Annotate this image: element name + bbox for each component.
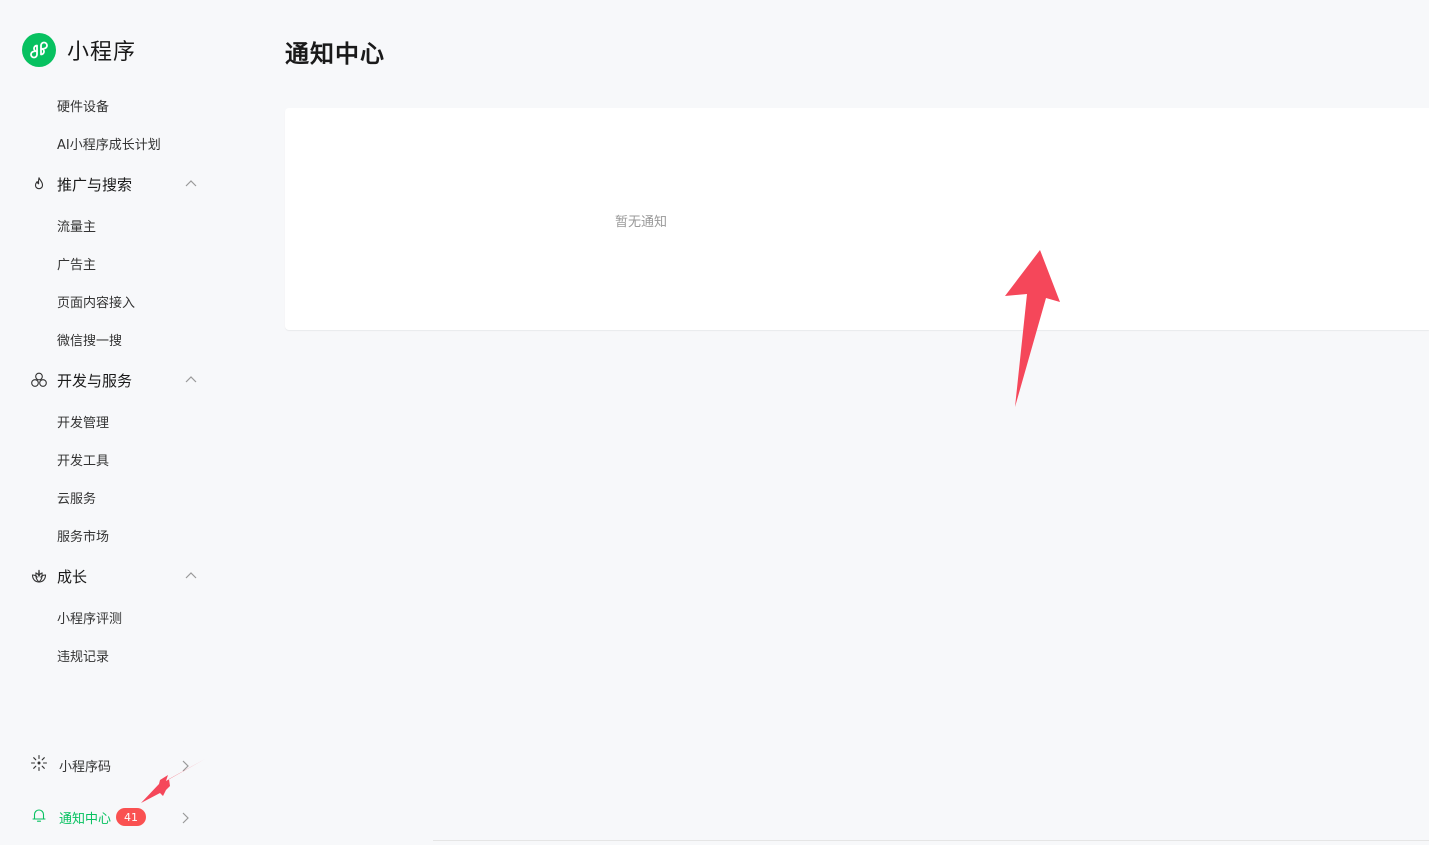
bell-icon: [30, 806, 48, 828]
sidebar-group-label: 推广与搜索: [57, 175, 133, 194]
sidebar-group-label: 开发与服务: [57, 371, 133, 390]
cluster-icon: [30, 371, 48, 389]
sidebar-item-service-market[interactable]: 服务市场: [57, 526, 109, 545]
app: 小程序 硬件设备 AI小程序成长计划 推广与搜索 流量主 广告主 页面内容接入 …: [0, 0, 1429, 845]
sidebar-item-advertiser[interactable]: 广告主: [57, 254, 96, 273]
chevron-right-icon: [178, 810, 192, 829]
sidebar-group-dev-services[interactable]: 开发与服务: [30, 369, 200, 391]
sidebar-group-promotion[interactable]: 推广与搜索: [30, 173, 200, 195]
sidebar-item-hardware[interactable]: 硬件设备: [57, 96, 109, 115]
page-title: 通知中心: [285, 40, 385, 68]
sidebar-item-dev-tools[interactable]: 开发工具: [57, 450, 109, 469]
sidebar-item-page-content[interactable]: 页面内容接入: [57, 292, 135, 311]
brand-name: 小程序: [67, 40, 137, 65]
notification-list-panel: 暂无通知: [285, 108, 1429, 330]
lotus-icon: [30, 567, 48, 585]
sidebar-group-label: 成长: [57, 567, 88, 586]
chevron-up-icon[interactable]: [184, 176, 198, 195]
bottom-divider: [433, 840, 1429, 841]
notification-center-label: 通知中心: [59, 811, 112, 827]
qrcode-label: 小程序码: [59, 759, 112, 775]
brand[interactable]: 小程序: [22, 33, 136, 67]
chevron-up-icon[interactable]: [184, 372, 198, 391]
empty-state-label: 暂无通知: [614, 215, 667, 230]
sidebar-item-wechat-search[interactable]: 微信搜一搜: [57, 330, 122, 349]
sidebar-item-dev-management[interactable]: 开发管理: [57, 412, 109, 431]
sidebar-item-violation-records[interactable]: 违规记录: [57, 646, 109, 665]
sidebar-group-growth[interactable]: 成长: [30, 565, 200, 587]
sidebar: 小程序 硬件设备 AI小程序成长计划 推广与搜索 流量主 广告主 页面内容接入 …: [0, 0, 240, 845]
sidebar-item-qrcode[interactable]: 小程序码: [30, 754, 200, 776]
mini-program-logo-icon: [22, 33, 56, 67]
sidebar-item-cloud-service[interactable]: 云服务: [57, 488, 96, 507]
sidebar-item-ai-growth-plan[interactable]: AI小程序成长计划: [57, 134, 161, 153]
empty-state-text: 暂无通知: [285, 211, 1429, 230]
chevron-right-icon: [178, 758, 192, 777]
qrcode-sun-icon: [30, 754, 48, 776]
chevron-up-icon[interactable]: [184, 568, 198, 587]
notification-count-badge: 41: [116, 808, 147, 826]
flame-icon: [30, 175, 48, 193]
sidebar-item-traffic-owner[interactable]: 流量主: [57, 216, 96, 235]
sidebar-item-notification-center[interactable]: 通知中心 41: [30, 806, 200, 828]
sidebar-item-evaluation[interactable]: 小程序评测: [57, 608, 122, 627]
